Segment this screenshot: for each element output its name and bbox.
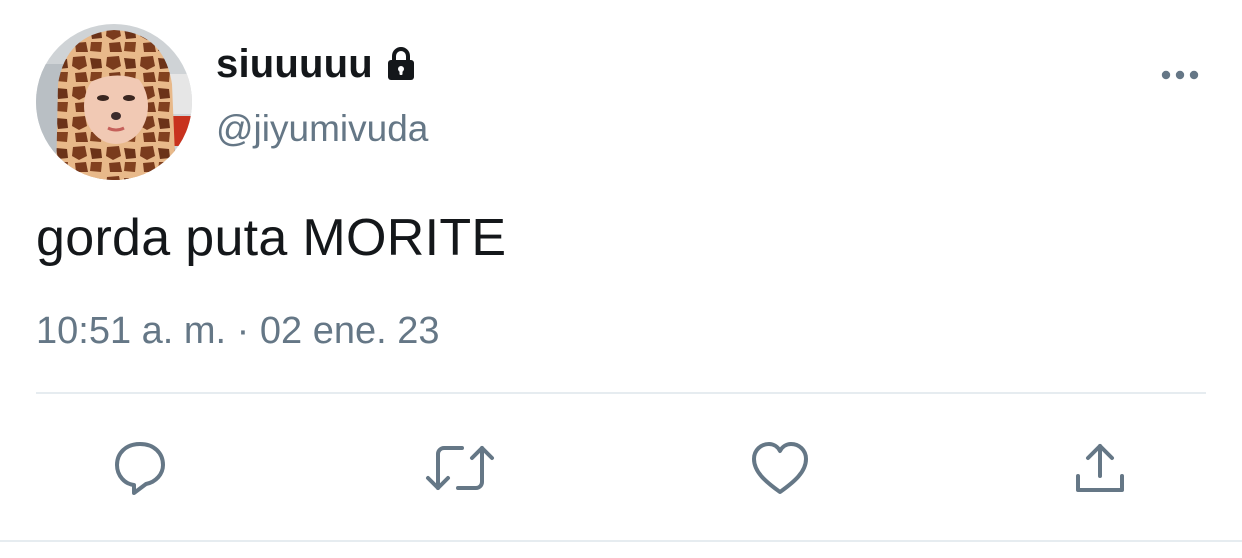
- more-horizontal-icon: [1161, 70, 1199, 80]
- tweet-card: siuuuuu @jiyumivuda gorda puta MORITE 10…: [0, 0, 1242, 558]
- lock-icon: [381, 44, 421, 84]
- more-options-button[interactable]: [1156, 60, 1204, 90]
- like-button[interactable]: [744, 432, 816, 504]
- bottom-divider: [0, 540, 1242, 542]
- tweet-text: gorda puta MORITE: [36, 209, 507, 267]
- display-name[interactable]: siuuuuu: [216, 42, 373, 87]
- action-bar: [0, 432, 1242, 504]
- retweet-icon: [426, 446, 494, 490]
- avatar[interactable]: [36, 24, 192, 180]
- reply-icon: [115, 442, 165, 495]
- display-name-row: siuuuuu: [216, 40, 421, 88]
- user-handle[interactable]: @jiyumivuda: [216, 108, 428, 150]
- tweet-timestamp[interactable]: 10:51 a. m. · 02 ene. 23: [36, 310, 440, 353]
- divider: [36, 392, 1206, 394]
- reply-button[interactable]: [104, 432, 176, 504]
- share-button[interactable]: [1064, 432, 1136, 504]
- share-icon: [1076, 444, 1124, 492]
- avatar-image: [36, 24, 192, 180]
- heart-icon: [752, 442, 808, 494]
- retweet-button[interactable]: [424, 432, 496, 504]
